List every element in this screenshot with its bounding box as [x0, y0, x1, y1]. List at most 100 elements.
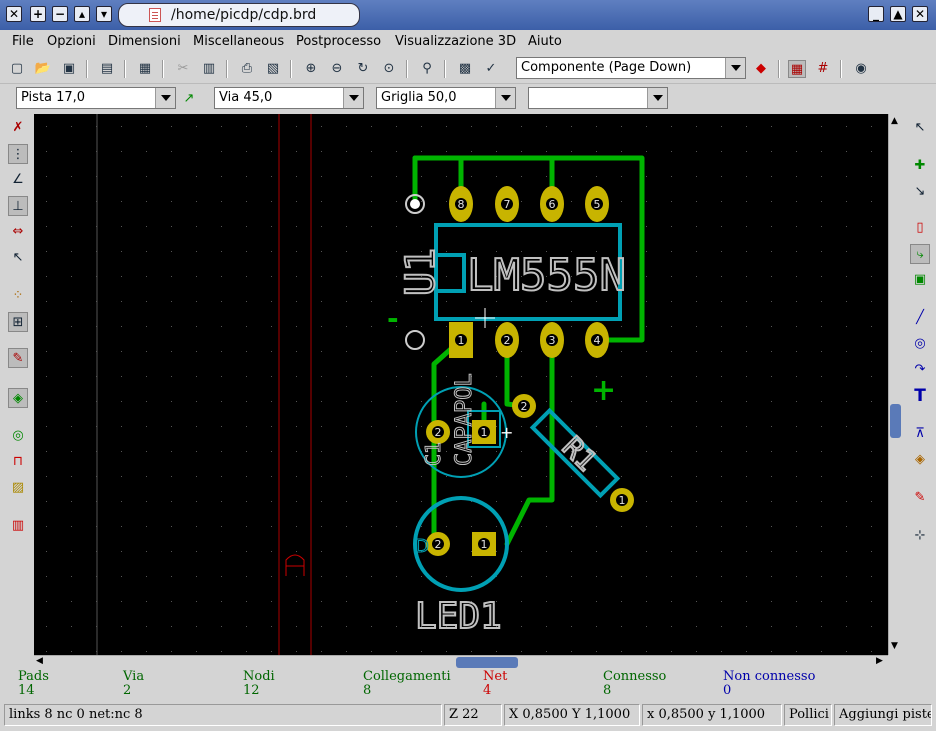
chevron-down-icon[interactable] [343, 88, 363, 108]
grid-value: Griglia 50,0 [381, 90, 457, 105]
separator [226, 60, 228, 78]
select-arrow-icon[interactable]: ↖ [910, 118, 930, 138]
menu-visualizzazione-3d[interactable]: Visualizzazione 3D [395, 34, 516, 49]
scroll-up-icon[interactable]: ▲ [891, 116, 898, 126]
separator [124, 60, 126, 78]
menu-aiuto[interactable]: Aiuto [528, 34, 562, 49]
show-ratsnest-icon[interactable]: ⁘ [8, 286, 28, 306]
delete-icon[interactable]: ✎ [910, 488, 930, 508]
board-info-panel: Pads 14 Via 2 Nodi 12 Collegamenti 8 Net… [0, 669, 936, 701]
minimize-icon[interactable]: _ [868, 6, 884, 22]
vertical-scrollbar[interactable]: ▲ ▼ [888, 114, 902, 655]
paste-icon[interactable]: ▥ [200, 60, 218, 78]
add-arc-icon[interactable]: ↷ [910, 360, 930, 380]
add-module-icon[interactable]: ▯ [910, 218, 930, 238]
window-plus-icon[interactable]: + [30, 6, 46, 22]
auto-track-width-icon[interactable]: ↗ [180, 90, 198, 108]
cut-icon[interactable]: ✂ [174, 60, 192, 78]
led-d-label: D [415, 536, 429, 557]
chevron-down-icon[interactable] [725, 58, 745, 78]
highlight-net-icon[interactable]: ✚ [910, 156, 930, 176]
drc-off-icon[interactable]: ✗ [8, 118, 28, 138]
menu-opzioni[interactable]: Opzioni [47, 34, 96, 49]
units-mm-icon[interactable]: ⇔ [8, 222, 28, 242]
extra-select[interactable] [528, 87, 668, 109]
horizontal-scroll-thumb[interactable] [456, 657, 518, 668]
window-menu-icon[interactable]: ▾ [96, 6, 112, 22]
menu-miscellaneous[interactable]: Miscellaneous [193, 34, 284, 49]
show-zones-icon[interactable]: ◈ [8, 388, 28, 408]
cursor-shape-icon[interactable]: ↖ [8, 248, 28, 268]
close-icon[interactable]: ✕ [912, 6, 928, 22]
track-width-select[interactable]: Pista 17,0 [16, 87, 176, 109]
add-target-icon[interactable]: ◈ [910, 450, 930, 470]
polar-coords-icon[interactable]: ∠ [8, 170, 28, 190]
print-icon[interactable]: ⎙ [238, 60, 256, 78]
set-origin-icon[interactable]: ⊹ [910, 526, 930, 546]
page-settings-icon[interactable]: ▤ [98, 60, 116, 78]
open-folder-icon[interactable]: 📂 [34, 60, 52, 78]
autoroute-icon[interactable]: ▦ [788, 60, 806, 78]
window-close-icon[interactable]: ✕ [6, 6, 22, 22]
scroll-down-icon[interactable]: ▼ [891, 641, 898, 651]
netlist-icon[interactable]: ▩ [456, 60, 474, 78]
web-icon[interactable]: ◉ [852, 60, 870, 78]
component-select-value: Componente (Page Down) [521, 60, 692, 75]
grid-select[interactable]: Griglia 50,0 [376, 87, 516, 109]
plot-icon[interactable]: ▧ [264, 60, 282, 78]
track-sketch-icon[interactable]: ⊓ [8, 452, 28, 472]
zoom-in-icon[interactable]: ⊕ [302, 60, 320, 78]
new-file-icon[interactable]: ▢ [8, 60, 26, 78]
horizontal-scrollbar[interactable]: ◀ ▶ [34, 655, 888, 669]
status-units: Pollici [784, 704, 832, 726]
settings-toolbar: Pista 17,0 ↗ Via 45,0 Griglia 50,0 [0, 84, 936, 114]
layer-pair-icon[interactable]: ◆ [752, 60, 770, 78]
redraw-icon[interactable]: ↻ [354, 60, 372, 78]
auto-delete-track-icon[interactable]: ✎ [8, 348, 28, 368]
pcb-canvas[interactable]: 8 7 6 5 1 2 3 4 LM555N U1 - + 2 1 + CAPA… [34, 114, 888, 655]
local-ratsnest-icon[interactable]: ↘ [910, 182, 930, 202]
drc-icon[interactable]: ✓ [482, 60, 500, 78]
separator [162, 60, 164, 78]
scroll-left-icon[interactable]: ◀ [36, 656, 43, 666]
window-shade-icon[interactable]: − [52, 6, 68, 22]
add-line-icon[interactable]: ╱ [910, 308, 930, 328]
zoom-fit-icon[interactable]: ⊙ [380, 60, 398, 78]
info-label-pads: Pads [18, 669, 49, 684]
scroll-right-icon[interactable]: ▶ [876, 656, 883, 666]
add-dimension-icon[interactable]: ⊼ [910, 424, 930, 444]
chevron-down-icon[interactable] [647, 88, 667, 108]
vertical-scroll-thumb[interactable] [890, 404, 901, 438]
save-icon[interactable]: ▣ [60, 60, 78, 78]
microwave-tools-icon[interactable]: ▥ [8, 516, 28, 536]
window-up-icon[interactable]: ▴ [74, 6, 90, 22]
chevron-down-icon[interactable] [495, 88, 515, 108]
grid-toggle-icon[interactable]: ⋮ [8, 144, 28, 164]
via-size-select[interactable]: Via 45,0 [214, 87, 364, 109]
units-inch-icon[interactable]: ⊥ [8, 196, 28, 216]
pin-label: 8 [458, 198, 465, 211]
menu-file[interactable]: File [12, 34, 34, 49]
ratsnest-icon[interactable]: # [814, 60, 832, 78]
right-toolbar: ↖ ✚ ↘ ▯ ⤷ ▣ ╱ ◎ ↷ T ⊼ ◈ ✎ ⊹ [902, 114, 936, 670]
component-select[interactable]: Componente (Page Down) [516, 57, 746, 79]
pad-sketch-icon[interactable]: ◎ [8, 426, 28, 446]
add-tracks-icon[interactable]: ⤷ [910, 244, 930, 264]
add-zones-icon[interactable]: ▣ [910, 270, 930, 290]
pin-label: 7 [504, 198, 511, 211]
menu-dimensioni[interactable]: Dimensioni [108, 34, 181, 49]
maximize-icon[interactable]: ▲ [890, 6, 906, 22]
add-circle-icon[interactable]: ◎ [910, 334, 930, 354]
menu-postprocesso[interactable]: Postprocesso [296, 34, 381, 49]
add-text-icon[interactable]: T [910, 386, 930, 406]
separator [86, 60, 88, 78]
find-icon[interactable]: ⚲ [418, 60, 436, 78]
zoom-out-icon[interactable]: ⊖ [328, 60, 346, 78]
chevron-down-icon[interactable] [155, 88, 175, 108]
module-ratsnest-icon[interactable]: ⊞ [8, 312, 28, 332]
high-contrast-icon[interactable]: ▨ [8, 478, 28, 498]
info-label-non-connesso: Non connesso [723, 669, 816, 684]
board-drawing: 8 7 6 5 1 2 3 4 LM555N U1 - + 2 1 + CAPA… [34, 114, 888, 655]
module-editor-icon[interactable]: ▦ [136, 60, 154, 78]
left-toolbar: ✗ ⋮ ∠ ⊥ ⇔ ↖ ⁘ ⊞ ✎ ◈ ◎ ⊓ ▨ ▥ [0, 114, 34, 670]
